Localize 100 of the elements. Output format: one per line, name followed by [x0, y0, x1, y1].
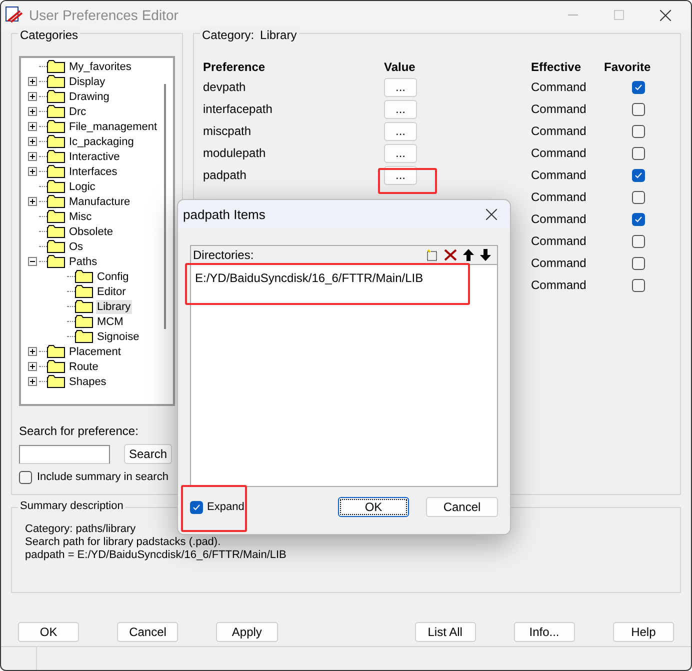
scrollbar-thumb[interactable]	[164, 84, 166, 329]
favorite-checkbox[interactable]	[632, 212, 644, 226]
favorite-checkbox[interactable]	[632, 234, 644, 248]
dialog-button[interactable]: Info...	[514, 622, 575, 642]
expand-icon[interactable]	[28, 107, 36, 116]
tree-item[interactable]: Drawing	[68, 90, 110, 104]
tree-item[interactable]: Paths	[68, 254, 98, 268]
dialog-button[interactable]: List All	[414, 622, 476, 642]
folder-icon	[75, 270, 93, 283]
tree-item[interactable]: Signoise	[96, 330, 140, 344]
tree-item[interactable]: Os	[68, 240, 84, 254]
tree-item[interactable]: Route	[68, 360, 100, 374]
effective-cell-text: Command	[531, 167, 588, 184]
summary-text: padpath = E:/YD/BaiduSyncdisk/16_6/FTTR/Main/LIB	[25, 549, 288, 562]
favorite-checkbox[interactable]	[632, 80, 644, 94]
expand-icon[interactable]	[28, 77, 36, 86]
tree-item[interactable]: Interactive	[68, 150, 121, 164]
expand-icon[interactable]	[28, 137, 36, 146]
ok-button[interactable]: OK	[338, 497, 409, 517]
effective-cell-text: Command	[531, 79, 588, 96]
tree-item[interactable]: Misc	[68, 210, 93, 224]
tree-item[interactable]: File_management	[68, 120, 158, 134]
folder-icon	[75, 300, 93, 313]
category-label: Category:	[202, 27, 254, 44]
search-field[interactable]	[19, 444, 110, 464]
favorite-checkbox[interactable]	[632, 146, 644, 160]
favorite-checkbox[interactable]	[632, 278, 644, 292]
folder-icon	[47, 255, 65, 268]
expand-icon[interactable]	[28, 167, 36, 176]
new-item-icon[interactable]	[426, 249, 438, 261]
tree-item[interactable]: MCM	[96, 314, 124, 328]
expand-icon[interactable]	[28, 122, 36, 131]
favorite-checkbox[interactable]	[632, 102, 644, 116]
favorite-checkbox[interactable]	[632, 168, 644, 182]
summary-text: Category: paths/library	[25, 523, 137, 536]
close-icon[interactable]	[660, 10, 671, 20]
expand-icon[interactable]	[28, 92, 36, 101]
app-icon	[5, 6, 23, 24]
dialog-button[interactable]: Cancel	[117, 622, 178, 642]
folder-icon	[47, 240, 65, 253]
folder-icon	[47, 105, 65, 118]
favorite-checkbox[interactable]	[632, 256, 644, 270]
browse-button[interactable]: ...	[384, 78, 417, 96]
delete-icon[interactable]	[444, 249, 457, 261]
checkmark-icon	[192, 502, 201, 512]
folder-icon	[47, 60, 65, 73]
search-button[interactable]: Search	[124, 444, 172, 464]
folder-icon	[75, 285, 93, 298]
tree-item[interactable]: Logic	[68, 180, 96, 194]
move-up-icon[interactable]	[463, 249, 474, 261]
expand-icon[interactable]	[28, 347, 36, 356]
move-down-icon[interactable]	[480, 249, 491, 261]
favorite-checkbox[interactable]	[632, 190, 644, 204]
preference-name: devpath	[203, 80, 246, 94]
tree-item[interactable]: My_favorites	[68, 60, 132, 74]
preference-name: miscpath	[203, 124, 252, 138]
expand-icon[interactable]	[28, 197, 36, 206]
tree-item[interactable]: Library	[96, 300, 132, 314]
browse-button[interactable]: ...	[384, 144, 417, 162]
folder-icon	[47, 225, 65, 238]
tree-item[interactable]: Manufacture	[68, 194, 132, 208]
expand-icon[interactable]	[28, 152, 36, 161]
tree-item[interactable]: Obsolete	[68, 224, 114, 238]
effective-cell-text: Command	[531, 277, 588, 294]
tree-item[interactable]: Shapes	[68, 374, 108, 388]
checkbox[interactable]	[19, 470, 32, 484]
folder-icon	[47, 90, 65, 103]
tree-item[interactable]: Config	[96, 270, 130, 284]
preference-name: padpath	[203, 168, 246, 182]
effective-cell-text: Command	[531, 145, 588, 162]
window-title: User Preferences Editor	[29, 6, 178, 24]
browse-button[interactable]: ...	[384, 122, 417, 140]
tree-item[interactable]: Interfaces	[68, 164, 118, 178]
group-label: Summary description	[18, 500, 126, 513]
browse-button[interactable]: ...	[384, 100, 417, 118]
folder-icon	[47, 375, 65, 388]
tree-item[interactable]: Display	[68, 74, 106, 88]
cancel-button[interactable]: Cancel	[426, 497, 498, 517]
dialog-button[interactable]: Help	[612, 622, 674, 642]
folder-icon	[47, 150, 65, 163]
list-label: Directories:	[193, 247, 254, 264]
dialog-button[interactable]: OK	[18, 622, 80, 642]
favorite-checkbox[interactable]	[632, 124, 644, 138]
folder-icon	[47, 120, 65, 133]
expand-icon[interactable]	[28, 377, 36, 386]
tree-item[interactable]: Placement	[68, 344, 122, 358]
effective-cell-text: Command	[531, 211, 588, 228]
tree-item[interactable]: Drc	[68, 104, 88, 118]
expand-checkbox[interactable]	[190, 500, 203, 514]
collapse-icon[interactable]	[28, 257, 36, 266]
tree-item[interactable]: Ic_packaging	[68, 134, 135, 148]
expand-icon[interactable]	[28, 362, 36, 371]
effective-cell-text: Command	[531, 233, 588, 250]
dialog-button[interactable]: Apply	[216, 622, 278, 642]
dialog-title: padpath Items	[183, 206, 266, 224]
tree-item[interactable]: Editor	[96, 284, 127, 298]
close-icon[interactable]	[486, 209, 497, 220]
directory-item[interactable]: E:/YD/BaiduSyncdisk/16_6/FTTR/Main/LIB	[195, 269, 424, 287]
checkmark-icon	[634, 214, 642, 224]
highlight-frame	[378, 168, 437, 194]
